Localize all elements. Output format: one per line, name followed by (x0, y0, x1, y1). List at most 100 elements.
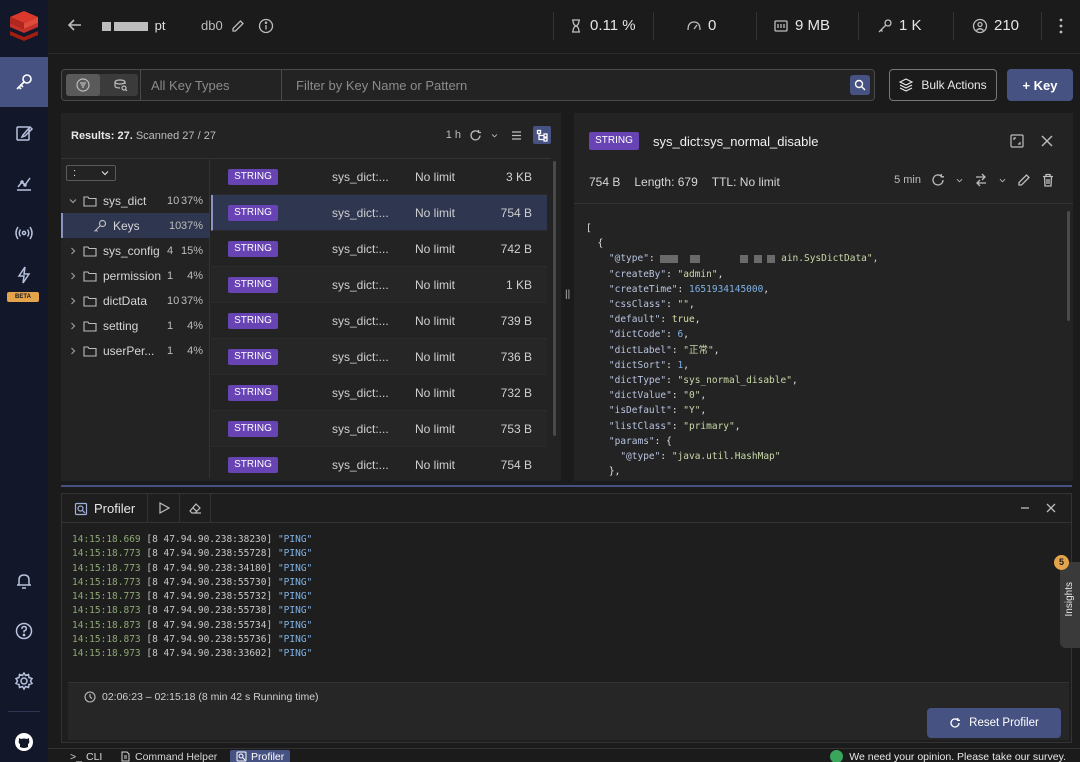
key-name: sys_dict:... (332, 205, 389, 220)
key-row[interactable]: STRING sys_dict:... No limit 732 B (211, 375, 547, 411)
sidebar-workbench-button[interactable] (0, 108, 48, 158)
play-icon[interactable] (157, 501, 171, 515)
help-icon (15, 622, 33, 640)
search-mode-button[interactable] (104, 74, 138, 96)
survey-link[interactable]: We need your opinion. Please take our su… (830, 750, 1066, 762)
tree-folder-sys-config[interactable]: sys_config 4 15% (61, 238, 210, 263)
json-scrollbar[interactable] (1067, 211, 1070, 321)
reset-profiler-label: Reset Profiler (969, 717, 1039, 729)
browser-tools: 1 h (446, 126, 551, 144)
bulk-actions-button[interactable]: Bulk Actions (889, 69, 997, 101)
key-ttl: No limit (415, 169, 456, 184)
sidebar-browser-button[interactable] (0, 57, 48, 107)
ops-value: 0 (708, 17, 717, 34)
chevron-right-icon (71, 272, 76, 279)
eraser-icon[interactable] (188, 501, 202, 515)
key-type-select[interactable]: All Key Types (140, 70, 282, 100)
key-row[interactable]: STRING sys_dict:... No limit 742 B (211, 231, 547, 267)
list-view-button[interactable] (66, 74, 100, 96)
trash-icon[interactable] (1041, 173, 1055, 187)
sidebar-triggers-button[interactable] (0, 258, 48, 292)
tree-folder-count: 10 (167, 194, 180, 207)
chevron-down-icon[interactable] (490, 131, 499, 140)
sidebar-settings-button[interactable] (0, 656, 48, 706)
back-arrow-icon[interactable] (66, 16, 84, 34)
key-ttl: No limit (415, 277, 456, 292)
refresh-icon (950, 718, 961, 728)
key-row[interactable]: STRING sys_dict:... No limit 1 KB (211, 267, 547, 303)
clients-value: 210 (994, 17, 1020, 34)
cli-button[interactable]: >_ CLI (70, 750, 102, 762)
json-string: "sys_normal_disable" (677, 375, 792, 387)
key-type-badge: STRING (228, 240, 278, 257)
sidebar-pubsub-button[interactable] (0, 208, 48, 258)
close-icon[interactable] (1045, 502, 1057, 514)
chevron-down-icon[interactable] (998, 176, 1007, 185)
key-row[interactable]: STRING sys_dict:... No limit 754 B (211, 447, 547, 478)
key-name-title[interactable]: sys_dict:sys_normal_disable (653, 134, 818, 149)
tree-leaf-percent: 37% (180, 219, 203, 232)
redis-logo-icon[interactable] (8, 8, 40, 42)
refresh-icon[interactable] (469, 129, 482, 142)
tree-folder-setting[interactable]: setting 1 4% (61, 313, 210, 338)
key-row[interactable]: STRING sys_dict:... No limit 736 B (211, 339, 547, 375)
tree-folder-sys-dict[interactable]: sys_dict 10 37% (61, 188, 210, 213)
bell-icon (17, 574, 31, 589)
log-line: 14:15:18.773 [8 47.94.90.238:55732] "PIN… (72, 590, 312, 604)
tree-mode-button[interactable] (533, 126, 551, 144)
sidebar-help-button[interactable] (0, 606, 48, 656)
pencil-icon[interactable] (1017, 173, 1031, 187)
key-list-scrollbar[interactable] (553, 161, 556, 436)
key-row[interactable]: STRING sys_dict:... No limit 753 B (211, 411, 547, 447)
profiler-resize-handle[interactable] (61, 485, 1072, 487)
json-key: "params" (608, 435, 655, 447)
log-line: 14:15:18.669 [8 47.94.90.238:38230] "PIN… (72, 533, 312, 547)
key-icon (878, 18, 892, 32)
search-button[interactable] (850, 75, 870, 95)
fullscreen-icon[interactable] (1009, 133, 1025, 149)
key-ttl: No limit (415, 421, 456, 436)
tree-folder-label: permission (103, 268, 162, 283)
add-key-button[interactable]: + Key (1007, 69, 1073, 101)
chevron-down-icon[interactable] (955, 176, 964, 185)
tree-folder-permission[interactable]: permission 1 4% (61, 263, 210, 288)
sidebar-notifications-button[interactable] (0, 556, 48, 606)
database-name-text: pt (154, 18, 166, 33)
reset-profiler-button[interactable]: Reset Profiler (927, 708, 1061, 738)
bulk-actions-label: Bulk Actions (921, 78, 987, 92)
more-options-icon[interactable] (1058, 17, 1064, 35)
key-name: sys_dict:... (332, 313, 389, 328)
close-icon[interactable] (1039, 133, 1055, 149)
key-type-badge: STRING (228, 420, 278, 437)
sidebar-github-button[interactable] (0, 718, 48, 762)
key-ttl-value: No limit (739, 175, 780, 189)
key-row[interactable]: STRING sys_dict:... No limit 739 B (211, 303, 547, 339)
profiler-button[interactable]: Profiler (230, 750, 291, 762)
delimiter-select[interactable]: : (66, 165, 116, 181)
sidebar-analysis-button[interactable] (0, 158, 48, 208)
panel-resize-handle[interactable]: || (565, 289, 570, 303)
survey-label: We need your opinion. Please take our su… (849, 750, 1066, 762)
key-filter-input[interactable] (284, 70, 844, 100)
key-row[interactable]: STRING sys_dict:... No limit 3 KB (211, 159, 547, 195)
key-type-badge: STRING (228, 168, 278, 185)
tab-profiler[interactable]: Profiler (62, 494, 149, 523)
tree-folder-userper[interactable]: userPer... 1 4% (61, 338, 210, 363)
redacted-text (767, 254, 776, 263)
info-icon[interactable] (258, 18, 274, 34)
tree-folder-dictdata[interactable]: dictData 10 37% (61, 288, 210, 313)
insights-tab[interactable]: 5 Insights (1054, 555, 1080, 648)
json-string: "Y" (683, 405, 701, 417)
command-helper-button[interactable]: Command Helper (120, 750, 217, 762)
json-string: "0" (683, 390, 701, 402)
key-row-selected[interactable]: STRING sys_dict:... No limit 754 B (211, 195, 547, 231)
refresh-icon[interactable] (931, 173, 945, 187)
pencil-icon[interactable] (231, 19, 245, 33)
key-list: STRING sys_dict:... No limit 3 KB STRING… (211, 158, 551, 478)
format-switch-icon[interactable] (974, 173, 988, 187)
minimize-icon[interactable] (1019, 502, 1031, 514)
list-mode-button[interactable] (507, 126, 525, 144)
tree-keys-leaf[interactable]: Keys 10 37% (61, 213, 210, 238)
json-value-viewer[interactable]: [ { "@type": ain.SysDictData", "createBy… (586, 221, 1056, 477)
key-name: sys_dict:... (332, 169, 389, 184)
